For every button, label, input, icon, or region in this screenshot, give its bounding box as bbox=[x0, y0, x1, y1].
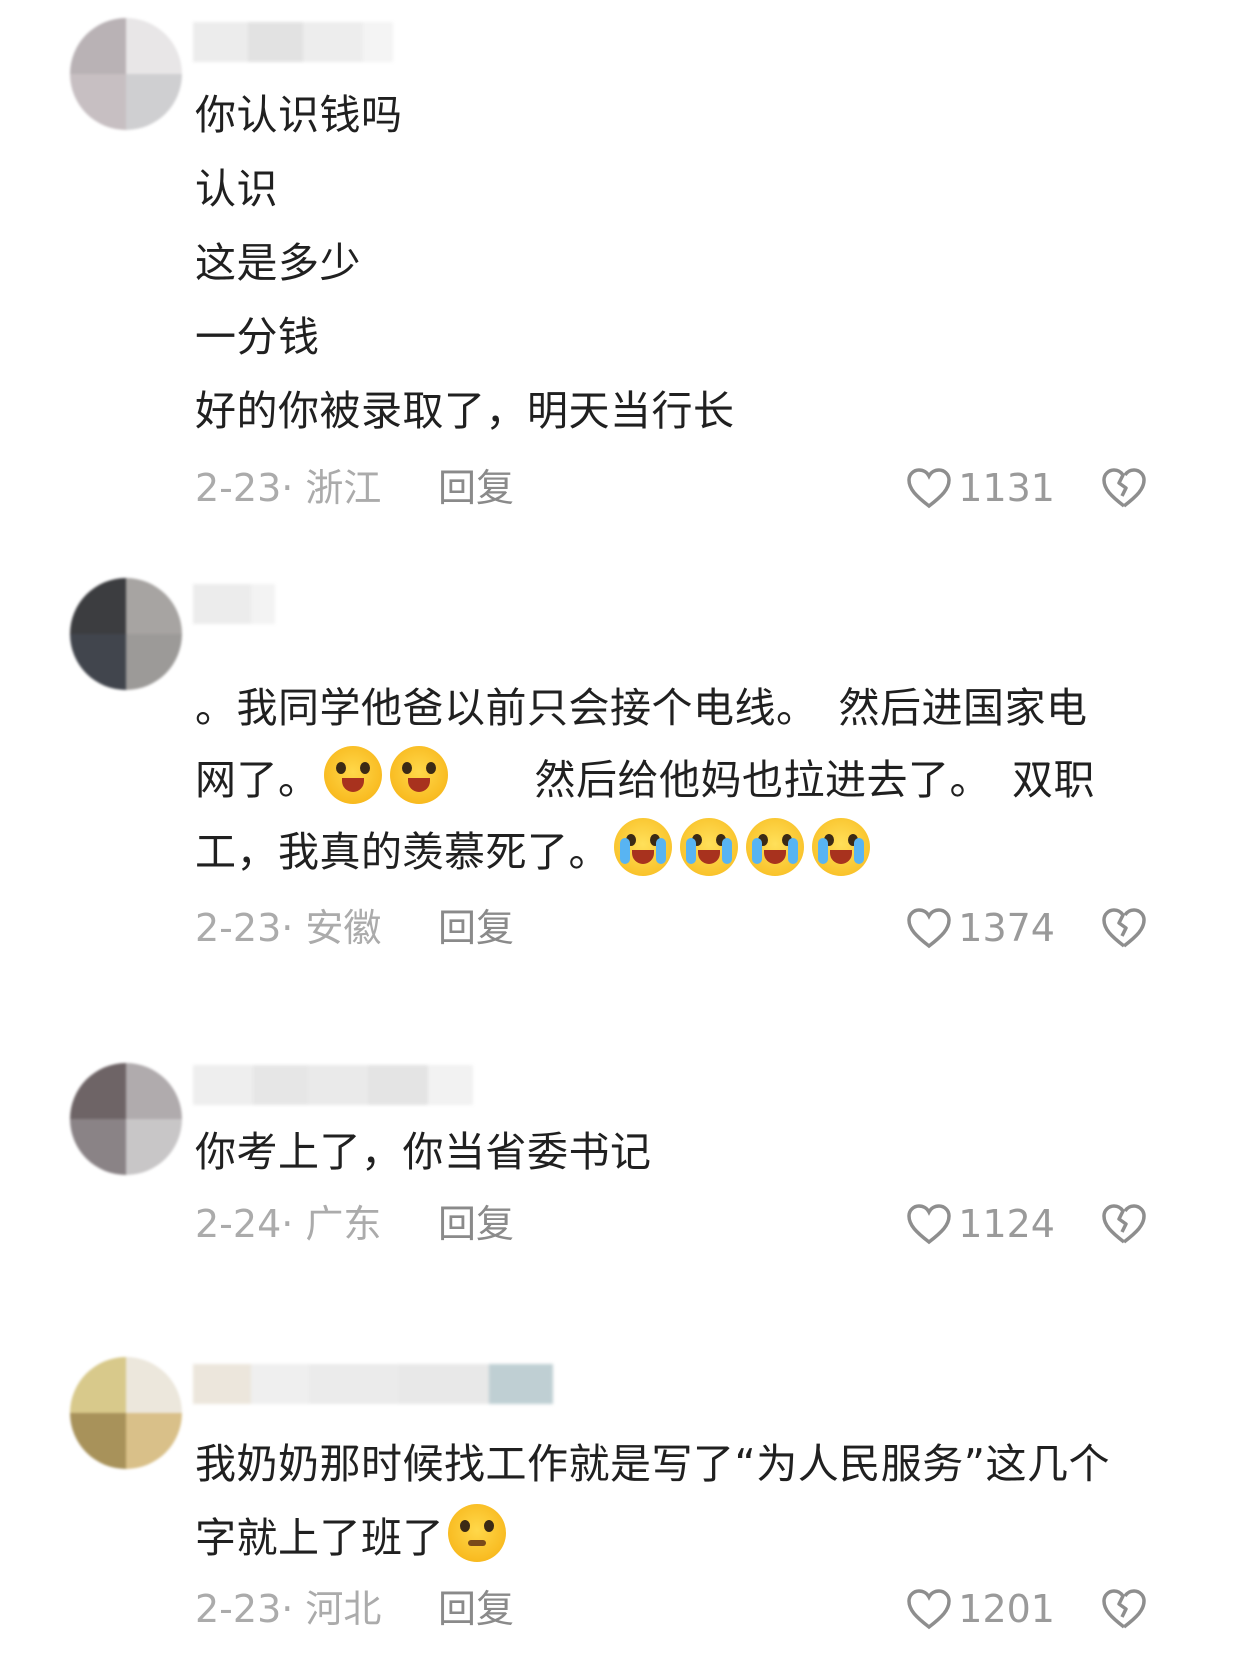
date-location: 2-23· 河北 bbox=[195, 1587, 382, 1631]
comment-meta: 2-23· 安徽 回复 1374 bbox=[195, 903, 1185, 953]
like-count: 1124 bbox=[958, 1202, 1055, 1246]
avatar[interactable] bbox=[70, 1063, 182, 1175]
comment-line: 工，我真的羡慕死了。 bbox=[195, 816, 1185, 888]
like-button[interactable]: 1131 bbox=[906, 463, 1055, 513]
comment-text: 我奶奶那时候找工作就是写了“为人民服务”这几个 字就上了班了 bbox=[195, 1427, 1185, 1575]
comment-meta: 2-23· 河北 回复 1201 bbox=[195, 1584, 1185, 1634]
comment-line: 认识 bbox=[195, 165, 278, 213]
like-count: 1131 bbox=[958, 466, 1055, 510]
heart-icon bbox=[907, 1589, 952, 1630]
heart-icon bbox=[907, 1204, 952, 1245]
reply-button[interactable]: 回复 bbox=[438, 1584, 514, 1634]
crying-emoji bbox=[812, 818, 870, 876]
thinking-emoji bbox=[448, 1504, 506, 1562]
comment-line: 这是多少 bbox=[195, 239, 361, 287]
laughing-tears-emoji bbox=[323, 746, 382, 804]
heart-icon bbox=[907, 468, 952, 509]
username-redacted[interactable] bbox=[193, 1065, 473, 1105]
username-redacted[interactable] bbox=[193, 584, 275, 624]
comment-text: 。我同学他爸以前只会接个电线。 然后进国家电 网了。 然后给他妈也拉进去了。 双… bbox=[195, 672, 1185, 888]
reply-button[interactable]: 回复 bbox=[438, 463, 514, 513]
reply-button[interactable]: 回复 bbox=[438, 903, 514, 953]
like-button[interactable]: 1201 bbox=[906, 1584, 1055, 1634]
broken-heart-icon[interactable] bbox=[1101, 1201, 1147, 1247]
broken-heart-icon[interactable] bbox=[1101, 465, 1147, 511]
crying-emoji bbox=[680, 818, 738, 876]
comment-meta: 2-24· 广东 回复 1124 bbox=[195, 1199, 1185, 1249]
comment-text: 你认识钱吗 认识 这是多少 一分钱 好的你被录取了，明天当行长 bbox=[195, 78, 1185, 448]
crying-emoji bbox=[746, 818, 804, 876]
comment-line: 我奶奶那时候找工作就是写了“为人民服务”这几个 bbox=[195, 1440, 1110, 1488]
comment-line: 一分钱 bbox=[195, 313, 320, 361]
broken-heart-icon[interactable] bbox=[1101, 905, 1147, 951]
date-location: 2-24· 广东 bbox=[195, 1202, 382, 1246]
comment-line: 。我同学他爸以前只会接个电线。 然后进国家电 bbox=[195, 684, 1088, 732]
date-location: 2-23· 浙江 bbox=[195, 466, 382, 510]
comment-line: 你认识钱吗 bbox=[195, 91, 403, 139]
comment-line: 网了。 然后给他妈也拉进去了。 双职 bbox=[195, 744, 1185, 816]
comment-line: 你考上了，你当省委书记 bbox=[195, 1128, 652, 1176]
like-button[interactable]: 1124 bbox=[906, 1199, 1055, 1249]
date-location: 2-23· 安徽 bbox=[195, 906, 382, 950]
comment-line: 字就上了班了 bbox=[195, 1501, 1185, 1575]
like-button[interactable]: 1374 bbox=[906, 903, 1055, 953]
reply-button[interactable]: 回复 bbox=[438, 1199, 514, 1249]
broken-heart-icon[interactable] bbox=[1101, 1586, 1147, 1632]
comment-meta: 2-23· 浙江 回复 1131 bbox=[195, 463, 1185, 513]
like-count: 1201 bbox=[958, 1587, 1055, 1631]
laughing-tears-emoji bbox=[389, 746, 448, 804]
avatar[interactable] bbox=[70, 18, 182, 130]
comment-text: 你考上了，你当省委书记 bbox=[195, 1115, 1185, 1189]
username-redacted[interactable] bbox=[193, 1364, 553, 1404]
avatar[interactable] bbox=[70, 1357, 182, 1469]
heart-icon bbox=[907, 908, 952, 949]
like-count: 1374 bbox=[958, 906, 1055, 950]
comment-line: 好的你被录取了，明天当行长 bbox=[195, 387, 735, 435]
username-redacted[interactable] bbox=[193, 22, 393, 62]
avatar[interactable] bbox=[70, 578, 182, 690]
crying-emoji bbox=[614, 818, 672, 876]
